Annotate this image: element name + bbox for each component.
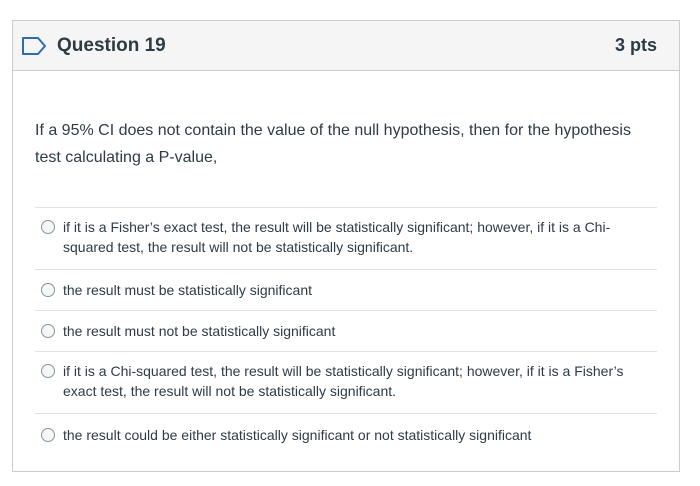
answer-label: the result must be statistically signifi… [63, 282, 312, 298]
question-header-left: Question 19 [21, 35, 166, 57]
question-header: Question 19 3 pts [13, 21, 679, 71]
answer-option-5[interactable]: the result could be either statistically… [35, 414, 657, 455]
answer-label: the result must not be statistically sig… [63, 323, 336, 339]
radio-button[interactable] [41, 324, 55, 338]
answer-option-1[interactable]: if it is a Fisher’s exact test, the resu… [35, 208, 657, 270]
radio-button[interactable] [41, 427, 55, 442]
question-text: If a 95% CI does not contain the value o… [35, 122, 631, 166]
answer-label: if it is a Chi-squared test, the result … [63, 363, 624, 399]
radio-button[interactable] [41, 283, 55, 297]
answer-option-3[interactable]: the result must not be statistically sig… [35, 311, 657, 352]
answer-option-4[interactable]: if it is a Chi-squared test, the result … [35, 352, 657, 414]
answer-list: if it is a Fisher’s exact test, the resu… [35, 207, 657, 455]
radio-button[interactable] [41, 220, 55, 234]
answer-option-2[interactable]: the result must be statistically signifi… [35, 270, 657, 311]
answer-label: the result could be either statistically… [63, 426, 532, 443]
question-points: 3 pts [614, 35, 657, 55]
answer-label: if it is a Fisher’s exact test, the resu… [63, 219, 611, 255]
question-title: Question 19 [57, 34, 166, 56]
radio-button[interactable] [41, 364, 55, 378]
question-body: If a 95% CI does not contain the value o… [13, 71, 679, 455]
question-card: Question 19 3 pts If a 95% CI does not c… [12, 20, 680, 472]
flag-question-icon[interactable] [21, 36, 47, 56]
